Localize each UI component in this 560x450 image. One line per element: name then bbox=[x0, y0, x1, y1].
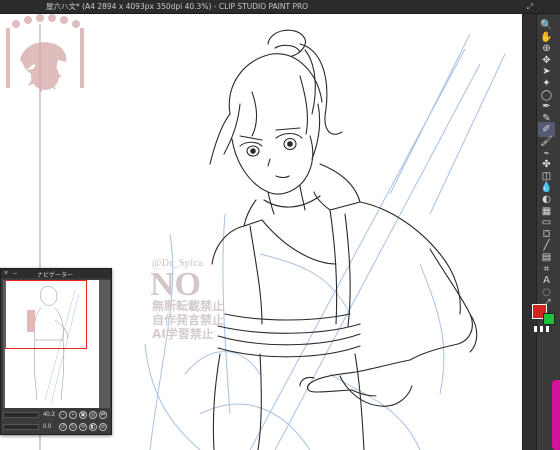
zoom-value[interactable]: 40.3 bbox=[43, 410, 55, 420]
flip-vertical-icon[interactable]: ⊘ bbox=[99, 423, 107, 431]
window-title: 屋六ハ文* (A4 2894 x 4093px 350dpi 40.3%) - … bbox=[46, 2, 309, 11]
flip-icon[interactable]: ⇄ bbox=[99, 411, 107, 419]
rotate-control: 0.0 ↺ ↻ ⟲ ◧ ⊘ bbox=[3, 422, 110, 432]
navigator-preview[interactable] bbox=[3, 280, 110, 408]
minimize-icon[interactable]: – bbox=[13, 269, 17, 278]
expand-arrows-icon[interactable]: ⤢ bbox=[525, 2, 535, 12]
watermark-no-text: NO bbox=[150, 266, 201, 303]
actual-size-icon[interactable]: ◎ bbox=[89, 411, 97, 419]
flip-horizontal-icon[interactable]: ◧ bbox=[89, 423, 97, 431]
navigator-panel: × – ナビゲーター 40.3 − + ▣ ◎ ⇄ 0.0 ↺ ↻ ⟲ ◧ ⊘ bbox=[0, 268, 112, 435]
watermark-line: 無断転載禁止 bbox=[152, 299, 225, 313]
zoom-in-icon[interactable]: + bbox=[69, 411, 77, 419]
reset-rotation-icon[interactable]: ⟲ bbox=[79, 423, 87, 431]
zoom-out-icon[interactable]: − bbox=[59, 411, 67, 419]
palette-handle-strip[interactable] bbox=[523, 14, 537, 450]
sub-color-swatch[interactable] bbox=[543, 313, 555, 325]
watermark-line: AI学習禁止 bbox=[152, 327, 214, 341]
side-panel-edge bbox=[552, 380, 560, 450]
rotate-slider[interactable] bbox=[3, 424, 39, 430]
zoom-slider[interactable] bbox=[3, 412, 39, 418]
fit-window-icon[interactable]: ▣ bbox=[79, 411, 87, 419]
transparent-color-swatch[interactable] bbox=[534, 326, 552, 332]
watermark-line: 自作発言禁止 bbox=[152, 313, 225, 327]
rotate-right-icon[interactable]: ↻ bbox=[69, 423, 77, 431]
rotate-value[interactable]: 0.0 bbox=[43, 422, 51, 432]
watermark-emblem bbox=[6, 14, 84, 94]
window-titlebar: 屋六ハ文* (A4 2894 x 4093px 350dpi 40.3%) - … bbox=[0, 0, 560, 14]
zoom-control: 40.3 − + ▣ ◎ ⇄ bbox=[3, 410, 110, 420]
close-icon[interactable]: × bbox=[4, 269, 8, 278]
navigator-header[interactable]: × – ナビゲーター bbox=[1, 269, 111, 279]
navigator-title: ナビゲーター bbox=[37, 272, 74, 279]
navigator-view-frame[interactable] bbox=[5, 280, 87, 349]
rotate-left-icon[interactable]: ↺ bbox=[59, 423, 67, 431]
